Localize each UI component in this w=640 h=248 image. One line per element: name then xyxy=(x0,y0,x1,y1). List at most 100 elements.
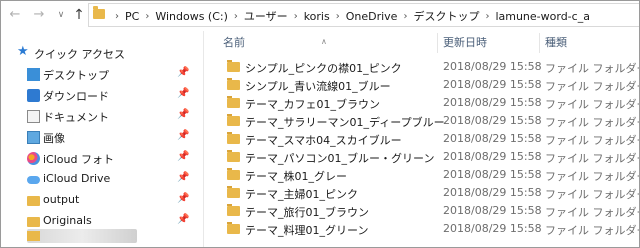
folder-icon xyxy=(227,132,240,144)
breadcrumb-desktop[interactable]: デスクトップ xyxy=(413,8,479,24)
file-date: 2018/08/29 15:58 xyxy=(443,114,542,127)
file-date: 2018/08/29 15:58 xyxy=(443,204,542,217)
file-type: ファイル フォルダー xyxy=(545,224,640,237)
breadcrumb-user[interactable]: koris xyxy=(304,10,330,23)
sidebar-item-desktop[interactable]: デスクトップ 📌 xyxy=(1,64,197,85)
folder-icon xyxy=(227,150,240,162)
file-name: テーマ_主婦01_ピンク xyxy=(245,188,358,201)
folder-icon xyxy=(227,204,240,216)
folder-icon xyxy=(27,217,40,227)
breadcrumb-users[interactable]: ユーザー xyxy=(244,8,288,24)
column-header-type[interactable]: 種類 xyxy=(545,31,567,55)
table-row[interactable]: テーマ_料理01_グリーン 2018/08/29 15:58 ファイル フォルダ… xyxy=(205,220,640,238)
file-type: ファイル フォルダー xyxy=(545,170,640,183)
column-header-date[interactable]: 更新日時 xyxy=(443,31,487,55)
document-icon xyxy=(27,110,40,123)
file-type: ファイル フォルダー xyxy=(545,98,640,111)
file-type: ファイル フォルダー xyxy=(545,206,640,219)
folder-icon xyxy=(227,96,240,108)
breadcrumb-drive[interactable]: Windows (C:) xyxy=(155,10,228,23)
chevron-right-icon[interactable]: › xyxy=(403,11,407,22)
pin-icon: 📌 xyxy=(177,151,190,162)
chevron-right-icon[interactable]: › xyxy=(294,11,298,22)
table-row[interactable]: テーマ_スマホ04_スカイブルー 2018/08/29 15:58 ファイル フ… xyxy=(205,130,639,148)
folder-icon xyxy=(93,6,105,19)
file-date: 2018/08/29 15:58 xyxy=(443,78,542,91)
sidebar-item-documents[interactable]: ドキュメント 📌 xyxy=(1,106,197,127)
table-row[interactable]: シンプル_青い流線01_ブルー 2018/08/29 15:58 ファイル フォ… xyxy=(205,76,639,94)
sidebar-item-label: iCloud フォト xyxy=(43,153,114,166)
chevron-right-icon[interactable]: › xyxy=(485,11,489,22)
file-type: ファイル フォルダー xyxy=(545,62,640,75)
download-icon xyxy=(27,89,40,102)
table-row[interactable]: テーマ_主婦01_ピンク 2018/08/29 15:58 ファイル フォルダー xyxy=(205,184,640,202)
chevron-right-icon[interactable]: › xyxy=(336,11,340,22)
file-list: ∧ 名前 更新日時 種類 シンプル_ピンクの襟01_ピンク 2018/08/29… xyxy=(205,31,640,247)
file-name: テーマ_パソコン01_ブルー・グリーン xyxy=(245,152,435,165)
navigation-pane: ★ クイック アクセス デスクトップ 📌 ダウンロード 📌 ドキュメント 📌 画… xyxy=(1,31,201,247)
sidebar-item-label: ダウンロード xyxy=(43,90,109,103)
pictures-icon xyxy=(27,131,40,144)
arrow-up-icon[interactable]: ↑ xyxy=(71,7,87,23)
table-row[interactable]: テーマ_カフェ01_ブラウン 2018/08/29 15:58 ファイル フォル… xyxy=(205,94,640,112)
pin-icon: 📌 xyxy=(177,193,190,204)
table-row[interactable]: シンプル_ピンクの襟01_ピンク 2018/08/29 15:58 ファイル フ… xyxy=(205,58,640,76)
chevron-right-icon[interactable]: › xyxy=(234,11,238,22)
folder-icon xyxy=(227,114,240,126)
folder-icon xyxy=(227,222,240,234)
breadcrumb-current[interactable]: lamune-word-c_a xyxy=(495,10,590,23)
table-row[interactable]: テーマ_パソコン01_ブルー・グリーン 2018/08/29 15:58 ファイ… xyxy=(205,148,640,166)
file-type: ファイル フォルダー xyxy=(545,188,640,201)
file-name: テーマ_旅行01_ブラウン xyxy=(245,206,369,219)
arrow-right-icon[interactable]: → xyxy=(31,7,47,23)
sidebar-item-icloud-photos[interactable]: iCloud フォト 📌 xyxy=(1,148,197,169)
sort-arrow-icon: ∧ xyxy=(321,37,327,46)
pin-icon: 📌 xyxy=(177,109,190,120)
sidebar-item-label: ドキュメント xyxy=(43,111,109,124)
pane-divider[interactable] xyxy=(203,31,204,247)
file-name: テーマ_カフェ01_ブラウン xyxy=(245,98,380,111)
file-date: 2018/08/29 15:58 xyxy=(443,222,542,235)
column-divider[interactable] xyxy=(539,33,540,53)
file-name: テーマ_スマホ04_スカイブルー xyxy=(245,134,402,147)
pin-icon: 📌 xyxy=(177,130,190,141)
folder-icon xyxy=(227,60,240,72)
file-type: ファイル フォルダー xyxy=(545,152,640,165)
folder-icon xyxy=(227,168,240,180)
folder-icon xyxy=(227,186,240,198)
explorer-window: ← → ∨ ↑ › PC › Windows (C:) › ユーザー › kor… xyxy=(0,0,640,248)
column-divider[interactable] xyxy=(437,33,438,53)
sidebar-item-pictures[interactable]: 画像 📌 xyxy=(1,127,197,148)
sidebar-item-output[interactable]: output 📌 xyxy=(1,190,197,211)
pin-icon: 📌 xyxy=(177,88,190,99)
sidebar-item-icloud-drive[interactable]: iCloud Drive 📌 xyxy=(1,169,197,190)
address-bar[interactable]: › PC › Windows (C:) › ユーザー › koris › One… xyxy=(88,3,639,27)
sidebar-item-label: output xyxy=(43,193,80,206)
breadcrumb-onedrive[interactable]: OneDrive xyxy=(346,10,398,23)
chevron-down-icon[interactable]: ∨ xyxy=(53,7,69,23)
file-name: テーマ_サラリーマン01_ディープブルー xyxy=(245,116,445,129)
file-date: 2018/08/29 15:58 xyxy=(443,150,542,163)
table-row[interactable]: テーマ_サラリーマン01_ディープブルー 2018/08/29 15:58 ファ… xyxy=(205,112,639,130)
file-date: 2018/08/29 15:58 xyxy=(443,186,542,199)
pin-icon: 📌 xyxy=(177,172,190,183)
arrow-left-icon[interactable]: ← xyxy=(7,7,23,23)
file-date: 2018/08/29 15:58 xyxy=(443,96,542,109)
sidebar-item-downloads[interactable]: ダウンロード 📌 xyxy=(1,85,197,106)
file-name: シンプル_青い流線01_ブルー xyxy=(245,80,391,93)
chevron-right-icon[interactable]: › xyxy=(145,11,149,22)
file-date: 2018/08/29 15:58 xyxy=(443,168,542,181)
star-icon: ★ xyxy=(17,44,29,59)
address-row: ← → ∨ ↑ › PC › Windows (C:) › ユーザー › kor… xyxy=(1,1,639,31)
breadcrumb-pc[interactable]: PC xyxy=(125,10,139,23)
file-name: シンプル_ピンクの襟01_ピンク xyxy=(245,62,402,75)
quick-access-header[interactable]: ★ クイック アクセス xyxy=(1,42,197,63)
sidebar-item-label: デスクトップ xyxy=(43,69,109,82)
column-header-name[interactable]: 名前 xyxy=(223,31,245,55)
desktop-icon xyxy=(27,68,40,81)
table-row[interactable]: テーマ_株01_グレー 2018/08/29 15:58 ファイル フォルダー xyxy=(205,166,640,184)
pin-icon: 📌 xyxy=(177,67,190,78)
chevron-right-icon[interactable]: › xyxy=(115,11,119,22)
pin-icon: 📌 xyxy=(177,214,190,225)
table-row[interactable]: テーマ_旅行01_ブラウン 2018/08/29 15:58 ファイル フォルダ… xyxy=(205,202,640,220)
